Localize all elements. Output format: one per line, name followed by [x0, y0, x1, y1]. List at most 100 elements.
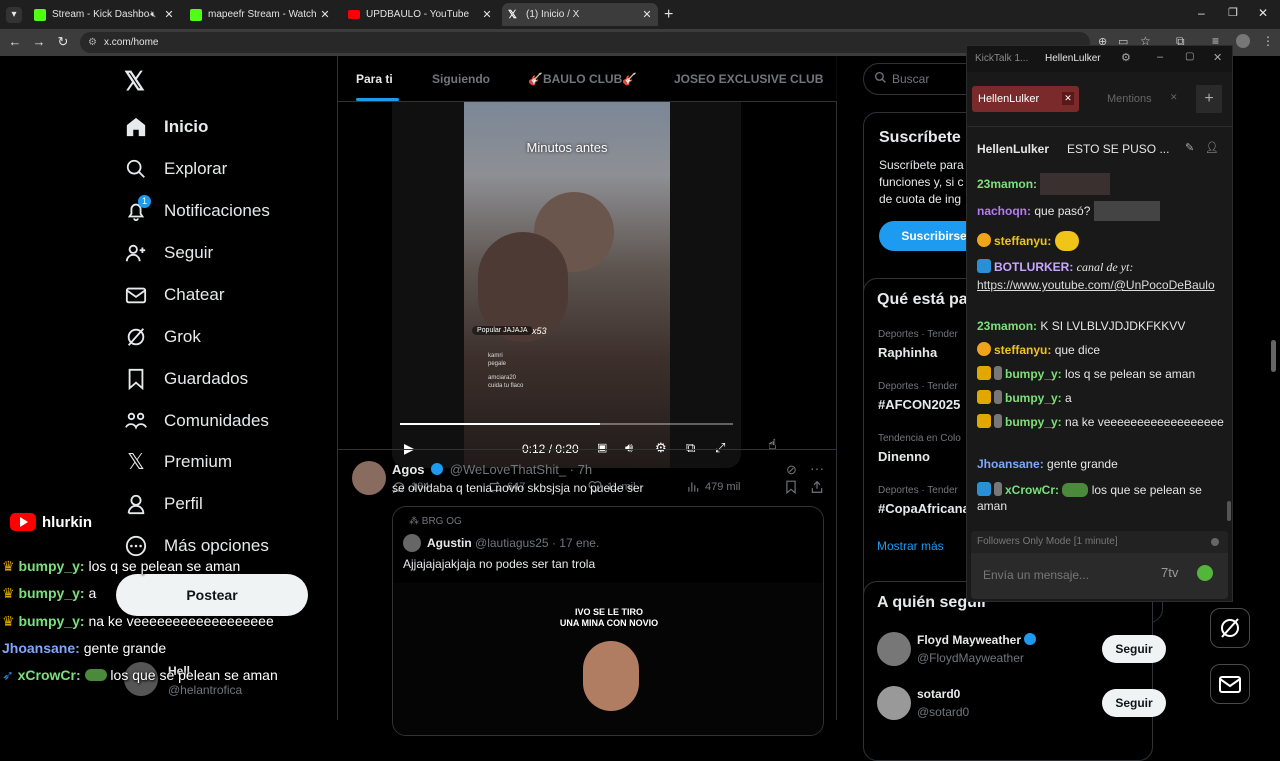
- grok-icon[interactable]: ⊘: [786, 462, 797, 478]
- quote-community: ⁂ BRG OG: [409, 516, 462, 527]
- nav-item-bookmarks[interactable]: Guardados: [124, 361, 248, 397]
- kick-emote-icon[interactable]: [1197, 565, 1213, 581]
- follow-avatar[interactable]: [877, 632, 911, 666]
- close-tab-icon[interactable]: ✕: [1062, 92, 1074, 105]
- account-handle: @helantrofica: [168, 683, 243, 697]
- x-logo-icon[interactable]: 𝕏: [124, 66, 145, 97]
- browser-tab-x-home[interactable]: 𝕏 (1) Inicio / X ✕: [502, 3, 658, 26]
- browser-tab-kick-dashboard[interactable]: Stream - Kick Dashboard 🔇︎ ✕: [28, 3, 180, 26]
- nav-item-profile[interactable]: Perfil: [124, 486, 203, 522]
- kicktalk-user: HellenLulker: [1045, 53, 1101, 64]
- x-logo-icon: 𝕏: [127, 449, 145, 474]
- address-bar[interactable]: ⚙ x.com/home: [80, 32, 1090, 53]
- nav-label: Comunidades: [164, 411, 269, 430]
- quoted-tweet[interactable]: ⁂ BRG OG Agustin @lautiagus25 · 17 ene. …: [392, 506, 824, 736]
- tab-baulo-club[interactable]: 🎸BAULO CLUB🎸: [528, 72, 637, 86]
- nav-item-premium[interactable]: 𝕏 Premium: [124, 444, 232, 480]
- page-scrollbar[interactable]: [1271, 340, 1276, 372]
- kicktalk-tab-hellenlulker[interactable]: HellenLulker ✕: [972, 86, 1079, 112]
- nav-item-communities[interactable]: Comunidades: [124, 403, 269, 439]
- close-tab-icon[interactable]: ✕: [318, 8, 332, 21]
- reload-icon[interactable]: ↻: [54, 33, 72, 51]
- video-frame: Minutos antes Popular JAJAJA x53 kamri pe…: [464, 102, 670, 468]
- video-overlay-comment: kamri pegale: [488, 353, 507, 367]
- nav-item-notifications[interactable]: 1 Notificaciones: [124, 193, 270, 229]
- chat-message: 23mamon: K SI LVLBLVJDJDKFKKVV: [977, 319, 1186, 333]
- browser-tab-youtube[interactable]: UPDBAULO - YouTube ✕: [342, 3, 498, 26]
- maximize-icon[interactable]: ▢: [1185, 51, 1194, 62]
- nav-item-follow[interactable]: Seguir: [124, 235, 213, 271]
- user-icon[interactable]: 👤︎: [1205, 141, 1219, 154]
- site-info-icon[interactable]: ⚙: [88, 32, 97, 53]
- add-tab-button[interactable]: +: [1196, 85, 1222, 113]
- close-window-icon[interactable]: ✕: [1258, 6, 1268, 20]
- nav-item-grok[interactable]: Grok: [124, 319, 201, 355]
- trends-title: Qué está pa: [877, 291, 968, 308]
- tab-para-ti[interactable]: Para ti: [356, 72, 393, 86]
- bell-icon: 1: [124, 195, 151, 223]
- overlay-chat-line: ♛ bumpy_y: los q se pelean se aman: [2, 558, 241, 574]
- chat-scrollbar[interactable]: [1227, 501, 1231, 521]
- quote-text: Ajjajajajakjaja no podes ser tan trola: [403, 557, 596, 571]
- maximize-window-icon[interactable]: ❐: [1228, 6, 1238, 19]
- show-more-link[interactable]: Mostrar más: [877, 539, 944, 553]
- tweet-text: se olvidaba q tenia novio skbsjsja no pu…: [392, 481, 644, 495]
- new-tab-button[interactable]: +: [664, 6, 673, 24]
- video-progress-track[interactable]: [400, 423, 733, 425]
- settings-gear-icon[interactable]: ⚙: [1121, 51, 1131, 64]
- emote-picker-icon[interactable]: 7tv: [1161, 565, 1178, 580]
- status-dot-icon: [1211, 538, 1219, 546]
- follow-name[interactable]: sotard0: [917, 687, 960, 701]
- nav-item-home[interactable]: Inicio: [124, 109, 208, 145]
- menu-dots-icon[interactable]: ⋮: [1262, 34, 1274, 48]
- quote-media-caption: IVO SE LE TIRO UNA MINA CON NOVIO: [559, 607, 659, 628]
- close-tab-icon[interactable]: ✕: [1170, 92, 1178, 103]
- video-overlay-tag: Popular JAJAJA: [472, 326, 533, 335]
- close-icon[interactable]: ✕: [1213, 51, 1222, 64]
- quote-media[interactable]: IVO SE LE TIRO UNA MINA CON NOVIO: [393, 583, 823, 735]
- browser-tab-mapeefr[interactable]: mapeefr Stream - Watch Live o ✕: [184, 3, 336, 26]
- follow-name-row[interactable]: Floyd Mayweather: [917, 633, 1037, 647]
- tab-search-button[interactable]: ▾: [6, 7, 22, 23]
- tab-siguiendo[interactable]: Siguiendo: [432, 72, 490, 86]
- follow-handle: @FloydMayweather: [917, 651, 1024, 665]
- tweet-time[interactable]: · 7h: [570, 462, 592, 477]
- back-arrow-icon[interactable]: ←: [6, 33, 24, 51]
- tweet-author-avatar[interactable]: [352, 461, 386, 495]
- chat-input[interactable]: Envía un mensaje... 7tv: [971, 553, 1228, 599]
- nav-item-explore[interactable]: Explorar: [124, 151, 227, 187]
- nav-item-chat[interactable]: Chatear: [124, 277, 224, 313]
- chat-link[interactable]: https://www.youtube.com/@UnPocoDeBaulo: [977, 278, 1215, 292]
- minimize-icon[interactable]: –: [1157, 51, 1163, 63]
- bot-badge-icon: [977, 259, 991, 273]
- who-to-follow-card: A quién seguir Floyd Mayweather @FloydMa…: [863, 581, 1166, 761]
- emote-image: [84, 669, 107, 681]
- tweet-author-handle[interactable]: @WeLoveThatShit_: [450, 462, 566, 477]
- tweet-author-name[interactable]: Agos: [392, 462, 425, 477]
- follow-avatar[interactable]: [877, 686, 911, 720]
- x-favicon-icon: 𝕏: [508, 8, 517, 21]
- mute-icon[interactable]: 🔇︎: [150, 9, 156, 20]
- close-tab-icon[interactable]: ✕: [162, 8, 176, 21]
- close-tab-icon[interactable]: ✕: [640, 8, 654, 21]
- close-tab-icon[interactable]: ✕: [480, 8, 494, 21]
- profile-avatar[interactable]: [1236, 34, 1250, 48]
- kicktalk-tab-mentions[interactable]: Mentions: [1107, 93, 1152, 105]
- pin-icon[interactable]: ✎: [1185, 141, 1194, 154]
- video-player[interactable]: Minutos antes Popular JAJAJA x53 kamri pe…: [392, 102, 741, 468]
- follow-button[interactable]: Seguir: [1102, 635, 1166, 663]
- divider: [967, 126, 1232, 127]
- overlay-chat-line: ♛ bumpy_y: a: [2, 585, 97, 601]
- nav-label: Inicio: [164, 117, 209, 136]
- messages-float-button[interactable]: [1210, 664, 1250, 704]
- minimize-window-icon[interactable]: –: [1198, 6, 1205, 20]
- tab-joseo-club[interactable]: JOSEO EXCLUSIVE CLUB: [674, 72, 823, 86]
- more-dots-icon[interactable]: ···: [810, 460, 824, 476]
- follow-button[interactable]: Seguir: [1102, 689, 1166, 717]
- chat-message: xCrowCr: los que se pelean se aman: [977, 482, 1202, 513]
- post-button[interactable]: Postear: [116, 574, 308, 616]
- tweet[interactable]: Agos @WeLoveThatShit_ · 7h ⊘ ··· se olvi…: [338, 449, 838, 736]
- forward-arrow-icon[interactable]: →: [30, 33, 48, 51]
- grok-float-button[interactable]: [1210, 608, 1250, 648]
- active-tab-indicator: [356, 98, 399, 101]
